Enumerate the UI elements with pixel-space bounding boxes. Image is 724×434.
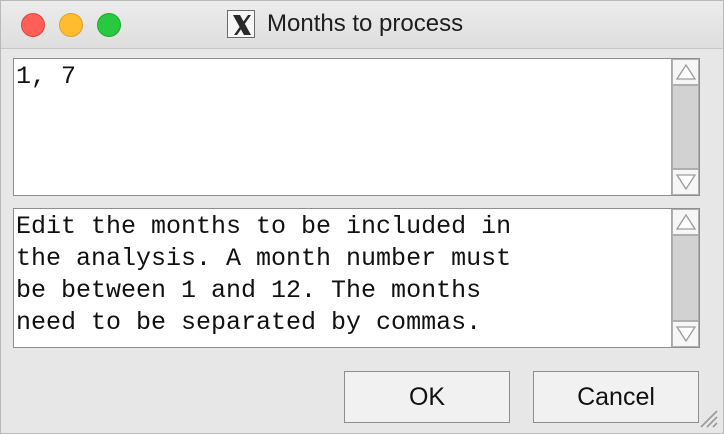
close-icon[interactable] bbox=[21, 13, 45, 37]
scroll-thumb[interactable] bbox=[672, 85, 699, 169]
help-panel: Edit the months to be included in the an… bbox=[13, 208, 700, 348]
months-editor[interactable]: 1, 7 bbox=[13, 58, 700, 196]
maximize-icon[interactable] bbox=[97, 13, 121, 37]
help-text: Edit the months to be included in the an… bbox=[16, 212, 512, 337]
scroll-up-icon[interactable] bbox=[672, 59, 699, 85]
scroll-up-icon[interactable] bbox=[672, 209, 699, 235]
help-scrollbar[interactable] bbox=[671, 209, 699, 347]
months-scrollbar[interactable] bbox=[671, 59, 699, 195]
scroll-down-icon[interactable] bbox=[672, 169, 699, 195]
resize-grip-icon[interactable] bbox=[695, 405, 719, 429]
scroll-thumb[interactable] bbox=[672, 235, 699, 321]
dialog-window: Months to process 1, 7 Edit the months t… bbox=[0, 0, 724, 434]
title-wrap: Months to process bbox=[227, 9, 463, 39]
cancel-button[interactable]: Cancel bbox=[533, 371, 699, 423]
scroll-down-icon[interactable] bbox=[672, 321, 699, 347]
months-input[interactable]: 1, 7 bbox=[16, 61, 669, 193]
window-title: Months to process bbox=[267, 10, 464, 37]
ok-button[interactable]: OK bbox=[344, 371, 510, 423]
minimize-icon[interactable] bbox=[59, 13, 83, 37]
x11-icon bbox=[227, 10, 255, 38]
title-bar[interactable]: Months to process bbox=[1, 1, 723, 49]
